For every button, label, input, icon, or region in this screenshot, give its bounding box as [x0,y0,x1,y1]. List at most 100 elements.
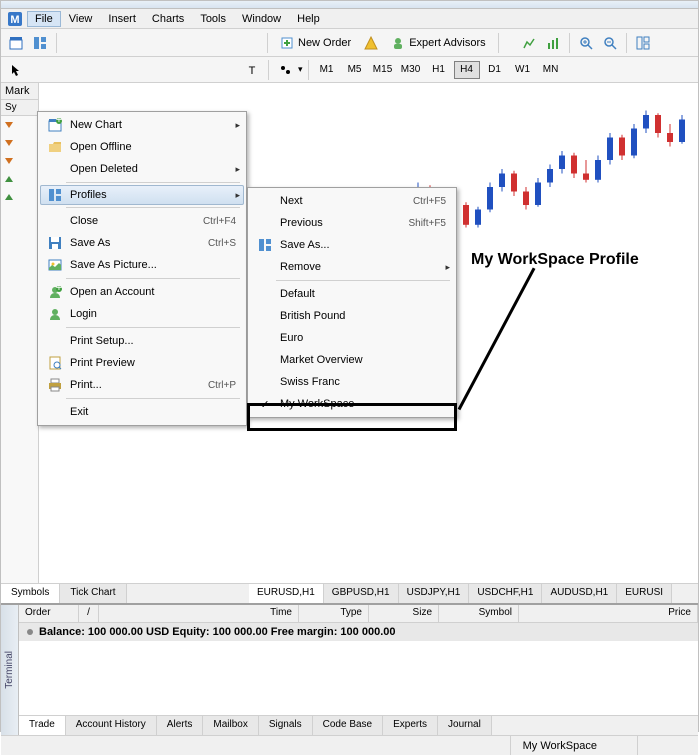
menu-separator [66,207,240,208]
tab-tick-chart[interactable]: Tick Chart [60,584,126,603]
menu-print-preview[interactable]: Print Preview [40,352,244,374]
chart-tab-usdjpy[interactable]: USDJPY,H1 [399,584,470,603]
objects-icon[interactable] [274,59,296,81]
menu-profiles[interactable]: Profiles ▸ [40,185,244,205]
tb-new-chart-icon[interactable] [5,32,27,54]
tf-m30[interactable]: M30 [398,61,424,79]
col-symbol[interactable]: Symbol [439,605,519,622]
tb-chart1-icon[interactable] [518,32,540,54]
menu-close[interactable]: Close Ctrl+F4 [40,210,244,232]
symbol-row[interactable] [1,188,38,206]
submenu-remove[interactable]: Remove ▸ [250,256,454,278]
menu-save-picture[interactable]: Save As Picture... [40,254,244,276]
menu-open-deleted[interactable]: Open Deleted ▸ [40,158,244,180]
col-sort[interactable]: / [79,605,99,622]
menu-label: Print Preview [66,357,240,369]
menu-separator [66,278,240,279]
menu-view[interactable]: View [61,11,101,27]
menu-help[interactable]: Help [289,11,328,27]
menu-file[interactable]: File [27,11,61,27]
profile-euro[interactable]: Euro [250,327,454,349]
profile-default[interactable]: Default [250,283,454,305]
term-tab-mailbox[interactable]: Mailbox [203,716,258,735]
menu-window[interactable]: Window [234,11,289,27]
menu-shortcut: Ctrl+F5 [413,196,450,207]
tf-w1[interactable]: W1 [510,61,536,79]
tab-symbols[interactable]: Symbols [1,584,60,603]
tf-m5[interactable]: M5 [342,61,368,79]
market-watch-sidebar: Mark Sy [1,83,39,603]
menu-new-chart[interactable]: + New Chart ▸ [40,114,244,136]
tf-mn[interactable]: MN [538,61,564,79]
profiles-submenu: Next Ctrl+F5 Previous Shift+F5 Save As..… [247,187,457,418]
symbol-row[interactable] [1,170,38,188]
menu-open-account[interactable]: + Open an Account [40,281,244,303]
menu-charts[interactable]: Charts [144,11,192,27]
tf-h1[interactable]: H1 [426,61,452,79]
chart-tab-more[interactable]: EURUSI [617,584,672,603]
arrow-up-icon [5,176,13,182]
alert-icon[interactable] [360,32,382,54]
submenu-next[interactable]: Next Ctrl+F5 [250,190,454,212]
symbol-row[interactable] [1,134,38,152]
menu-insert[interactable]: Insert [100,11,144,27]
col-type[interactable]: Type [299,605,369,622]
col-order[interactable]: Order [19,605,79,622]
balance-text: Balance: 100 000.00 USD Equity: 100 000.… [39,626,395,638]
statusbar: My WorkSpace [1,735,698,755]
menu-label: Next [276,195,413,207]
submenu-previous[interactable]: Previous Shift+F5 [250,212,454,234]
term-tab-signals[interactable]: Signals [259,716,313,735]
zoom-in-icon[interactable] [575,32,597,54]
term-tab-experts[interactable]: Experts [383,716,438,735]
menu-shortcut: Ctrl+P [208,380,240,391]
profile-my-workspace[interactable]: My WorkSpace [250,393,454,415]
profile-british-pound[interactable]: British Pound [250,305,454,327]
zoom-out-icon[interactable] [599,32,621,54]
menu-exit[interactable]: Exit [40,401,244,423]
tf-d1[interactable]: D1 [482,61,508,79]
new-order-button[interactable]: New Order [273,33,358,53]
chart-tab-gbpusd[interactable]: GBPUSD,H1 [324,584,399,603]
tf-m1[interactable]: M1 [314,61,340,79]
col-size[interactable]: Size [369,605,439,622]
menu-label: Save As... [276,239,450,251]
term-tab-account-history[interactable]: Account History [66,716,157,735]
menu-save-as[interactable]: Save As Ctrl+S [40,232,244,254]
chart-tab-usdchf[interactable]: USDCHF,H1 [469,584,542,603]
profile-market-overview[interactable]: Market Overview [250,349,454,371]
svg-text:T: T [249,65,256,76]
menu-label: Market Overview [276,354,450,366]
term-tab-journal[interactable]: Journal [438,716,492,735]
chart-tab-audusd[interactable]: AUDUSD,H1 [542,584,617,603]
term-tab-code-base[interactable]: Code Base [313,716,383,735]
symbol-row[interactable] [1,152,38,170]
col-time[interactable]: Time [99,605,299,622]
profile-swiss-franc[interactable]: Swiss Franc [250,371,454,393]
arrow-down-icon [5,140,13,146]
tf-m15[interactable]: M15 [370,61,396,79]
menu-label: New Chart [66,119,235,131]
menu-label: Close [66,215,203,227]
chart-tab-eurusd[interactable]: EURUSD,H1 [249,584,324,603]
tb-layout-icon[interactable] [632,32,654,54]
tb-profile-icon[interactable] [29,32,51,54]
expert-advisors-button[interactable]: Expert Advisors [384,33,492,53]
symbol-row[interactable] [1,116,38,134]
term-tab-trade[interactable]: Trade [19,716,66,735]
main-area: Mark Sy + New Chart ▸ Open Offline Open … [1,83,698,603]
term-tab-alerts[interactable]: Alerts [157,716,204,735]
cursor-icon[interactable] [5,59,27,81]
menu-shortcut: Ctrl+F4 [203,216,240,227]
menu-print[interactable]: Print... Ctrl+P [40,374,244,396]
menu-separator [66,327,240,328]
menu-open-offline[interactable]: Open Offline [40,136,244,158]
col-price[interactable]: Price [519,605,698,622]
menu-tools[interactable]: Tools [192,11,234,27]
menu-print-setup[interactable]: Print Setup... [40,330,244,352]
submenu-save-as[interactable]: Save As... [250,234,454,256]
tb-chart2-icon[interactable] [542,32,564,54]
tf-h4[interactable]: H4 [454,61,480,79]
menu-login[interactable]: Login [40,303,244,325]
text-icon[interactable]: T [241,59,263,81]
